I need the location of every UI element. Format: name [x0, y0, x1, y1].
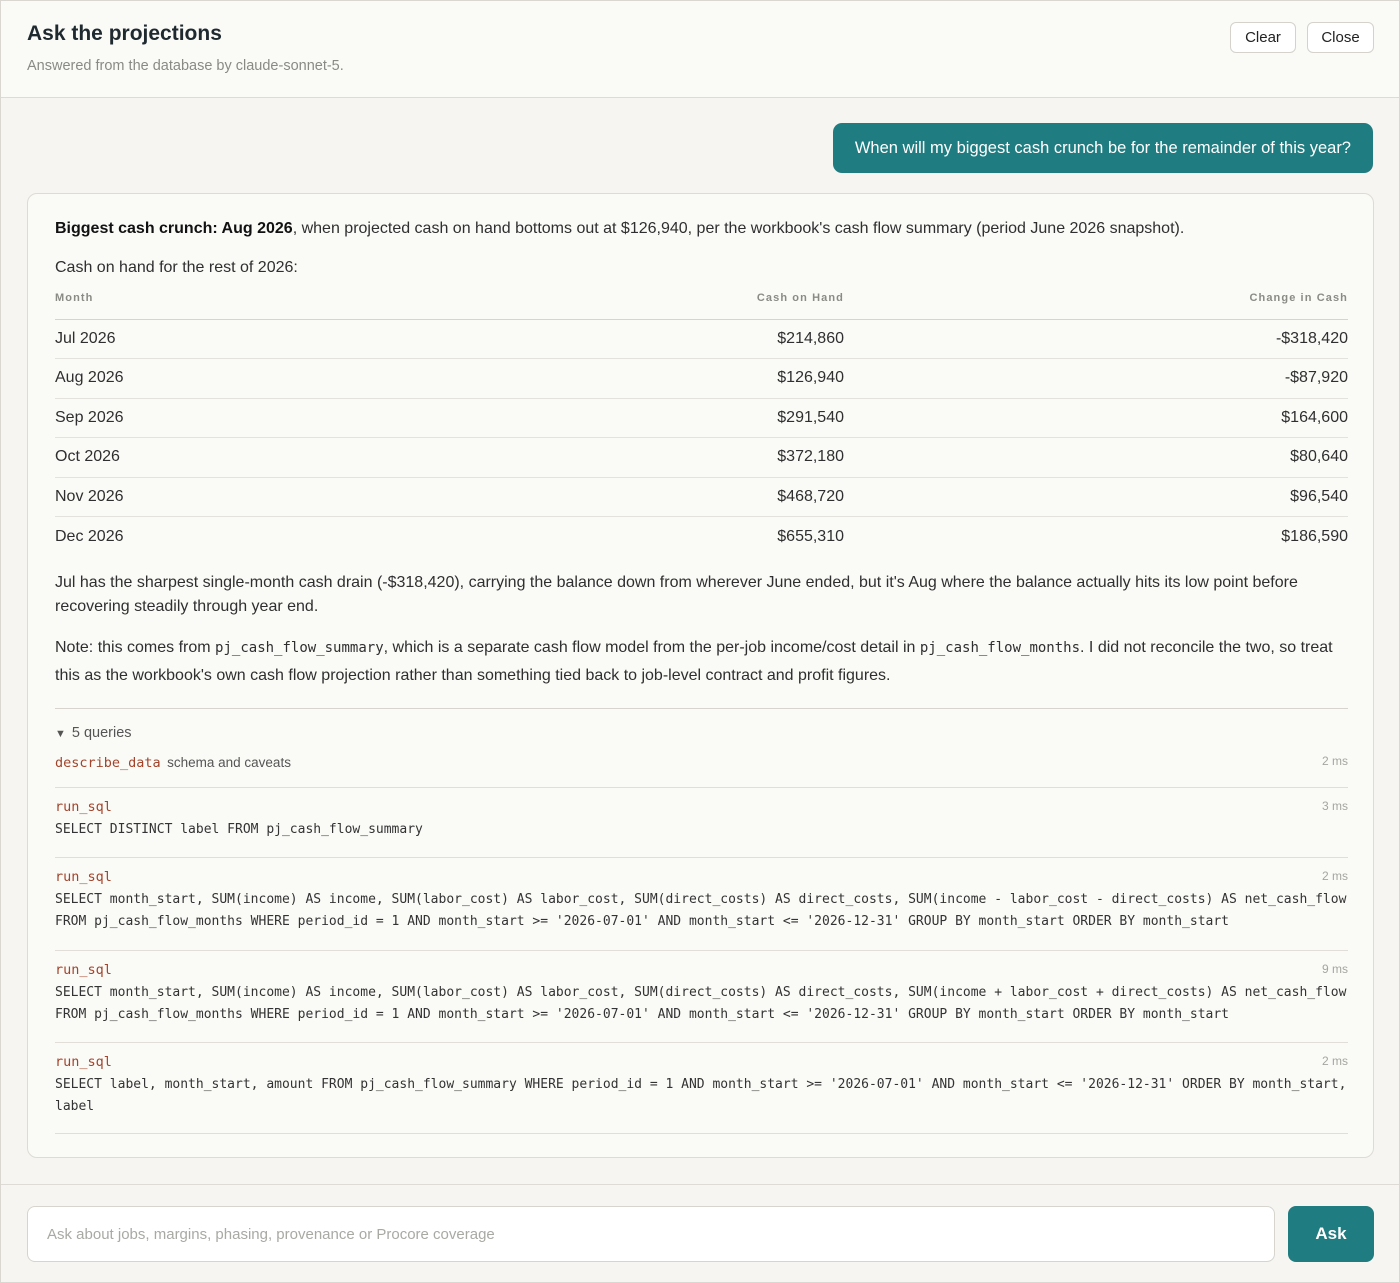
table-header-row: Month Cash on Hand Change in Cash [55, 290, 1348, 320]
query-duration: 9 ms [1321, 962, 1348, 976]
composer: Ask [1, 1184, 1399, 1282]
cell-cash-on-hand: $126,940 [644, 358, 844, 399]
column-header-cash-on-hand: Cash on Hand [644, 290, 844, 320]
table-row: Oct 2026 $372,180 $80,640 [55, 437, 1348, 478]
query-item: run_sql 2 ms SELECT label, month_start, … [55, 1054, 1348, 1134]
cell-month: Nov 2026 [55, 477, 644, 517]
query-item: run_sql 3 ms SELECT DISTINCT label FROM … [55, 799, 1348, 858]
note-text: Note: this comes from [55, 639, 216, 656]
cell-change-in-cash: $164,600 [844, 398, 1348, 438]
queries-toggle-label: 5 queries [71, 725, 132, 741]
query-item: run_sql 2 ms SELECT month_start, SUM(inc… [55, 869, 1348, 951]
queries-toggle[interactable]: ▼ 5 queries [55, 725, 132, 741]
table-row: Jul 2026 $214,860 -$318,420 [55, 319, 1348, 359]
cell-change-in-cash: $186,590 [1281, 527, 1348, 545]
query-duration: 3 ms [1321, 799, 1348, 813]
page-subtitle: Answered from the database by claude-son… [27, 58, 344, 74]
answer-lead-rest: , when projected cash on hand bottoms ou… [292, 220, 1185, 237]
query-tool-name: describe_data [55, 755, 161, 771]
cell-change-in-cash: -$318,420 [844, 319, 1348, 359]
query-duration: 2 ms [1321, 869, 1348, 883]
cell-change-in-cash: $96,540 [844, 477, 1348, 517]
user-message-bubble: When will my biggest cash crunch be for … [832, 123, 1373, 173]
panel-header: Ask the projections Answered from the da… [1, 1, 1399, 98]
table-row: Dec 2026 $655,310 $186,590 [55, 517, 1348, 557]
table-row: Nov 2026 $468,720 $96,540 [55, 477, 1348, 517]
cell-cash-on-hand: $372,180 [644, 437, 844, 478]
cell-cash-on-hand: $214,860 [644, 319, 844, 359]
cell-month: Oct 2026 [55, 437, 644, 478]
query-sql: SELECT label, month_start, amount FROM p… [55, 1077, 1355, 1114]
close-button[interactable]: Close [1307, 22, 1374, 53]
answer-note: Note: this comes from pj_cash_flow_summa… [55, 634, 1348, 690]
answer-lead-bold: Biggest cash crunch: Aug 2026 [55, 220, 293, 237]
cell-month: Sep 2026 [55, 398, 644, 438]
query-tool-name: run_sql [55, 962, 112, 978]
divider [55, 708, 1348, 709]
query-tool-name: run_sql [55, 869, 112, 885]
query-item: describe_data schema and caveats 2 ms [55, 754, 1348, 788]
query-sql: SELECT DISTINCT label FROM pj_cash_flow_… [55, 822, 423, 837]
note-code-summary-table: pj_cash_flow_summary [215, 640, 384, 656]
ask-input[interactable] [27, 1206, 1275, 1262]
cell-change-in-cash: $80,640 [844, 437, 1348, 478]
table-row: Aug 2026 $126,940 -$87,920 [55, 358, 1348, 399]
cell-cash-on-hand: $291,540 [644, 398, 844, 438]
query-tool-name: run_sql [55, 799, 112, 815]
query-description: schema and caveats [167, 755, 291, 770]
cell-month: Aug 2026 [55, 358, 644, 399]
table-row: Sep 2026 $291,540 $164,600 [55, 398, 1348, 438]
query-duration: 2 ms [1321, 754, 1348, 768]
cell-cash-on-hand: $655,310 [777, 527, 844, 545]
clear-button[interactable]: Clear [1230, 22, 1296, 53]
table-intro: Cash on hand for the rest of 2026: [55, 259, 298, 276]
cell-change-in-cash: -$87,920 [844, 358, 1348, 399]
column-header-month: Month [55, 290, 644, 320]
caret-down-icon: ▼ [55, 728, 66, 740]
query-duration: 2 ms [1321, 1054, 1348, 1068]
query-sql: SELECT month_start, SUM(income) AS incom… [55, 985, 1355, 1022]
note-text: , which is a separate cash flow model fr… [383, 639, 920, 656]
ask-button[interactable]: Ask [1288, 1206, 1374, 1262]
answer-card: Biggest cash crunch: Aug 2026, when proj… [27, 193, 1374, 1158]
cell-month: Jul 2026 [55, 319, 644, 359]
query-item: run_sql 9 ms SELECT month_start, SUM(inc… [55, 962, 1348, 1043]
column-header-change-in-cash: Change in Cash [844, 290, 1348, 320]
cell-month: Dec 2026 [55, 527, 124, 545]
note-code-months-table: pj_cash_flow_months [919, 640, 1081, 656]
cash-table: Month Cash on Hand Change in Cash Jul 20… [55, 290, 1348, 556]
query-tool-name: run_sql [55, 1054, 112, 1070]
cell-cash-on-hand: $468,720 [644, 477, 844, 517]
ask-panel: Ask the projections Answered from the da… [0, 0, 1400, 1283]
answer-lead: Biggest cash crunch: Aug 2026, when proj… [55, 220, 1184, 238]
query-sql: SELECT month_start, SUM(income) AS incom… [55, 892, 1355, 929]
answer-paragraph: Jul has the sharpest single-month cash d… [55, 574, 1298, 615]
page-title: Ask the projections [27, 22, 222, 45]
